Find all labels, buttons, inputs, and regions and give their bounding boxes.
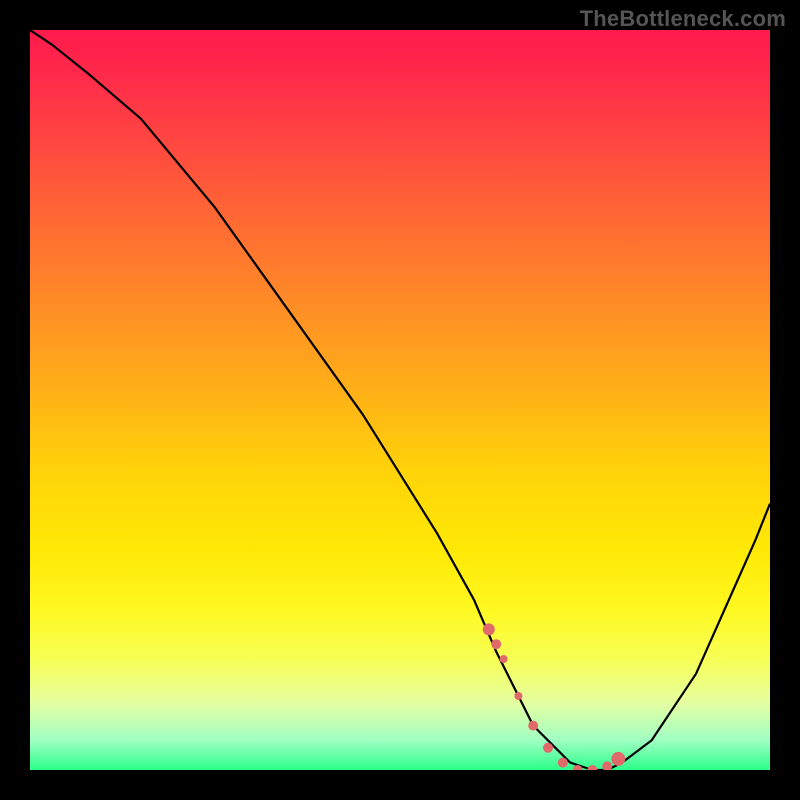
marker-dot (514, 692, 522, 700)
chart-frame: TheBottleneck.com (0, 0, 800, 800)
marker-dot (602, 761, 612, 770)
watermark-text: TheBottleneck.com (580, 6, 786, 32)
curve-overlay (30, 30, 770, 770)
highlight-markers (483, 623, 626, 770)
marker-dot (483, 623, 495, 635)
plot-area (30, 30, 770, 770)
marker-dot (587, 765, 597, 770)
marker-dot (491, 639, 501, 649)
marker-dot (558, 758, 568, 768)
bottleneck-curve (30, 30, 770, 770)
marker-dot (543, 743, 553, 753)
marker-dot (611, 752, 625, 766)
marker-dot (500, 655, 508, 663)
marker-dot (528, 721, 538, 731)
